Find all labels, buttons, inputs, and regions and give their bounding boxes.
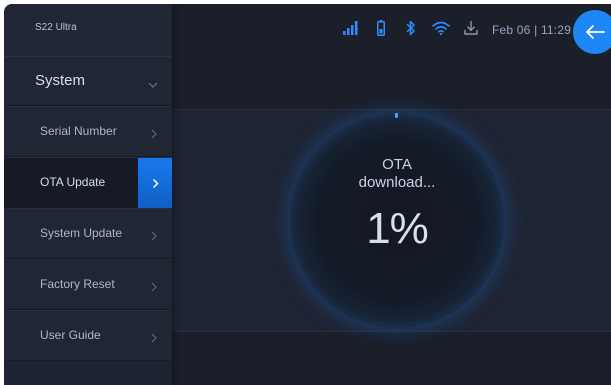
- status-icons: [342, 18, 492, 38]
- bluetooth-icon: [402, 18, 420, 38]
- ota-status-line-1: OTA: [382, 156, 412, 173]
- sidebar: S22 Ultra System Serial Number OTA Updat…: [4, 4, 172, 385]
- arrow-left-icon: [586, 25, 605, 39]
- chevron-down-icon: [148, 75, 158, 93]
- chevron-right-icon: [151, 330, 157, 348]
- sidebar-item-label: Factory Reset: [40, 277, 115, 291]
- chevron-right-icon: [152, 178, 159, 189]
- section-title: System: [35, 72, 86, 89]
- ota-progress-value: 1%: [366, 204, 429, 253]
- sidebar-item-user-guide[interactable]: User Guide: [4, 310, 172, 361]
- sidebar-item-ota-update[interactable]: OTA Update: [4, 157, 172, 209]
- sidebar-item-label: User Guide: [40, 328, 101, 342]
- ota-update-screen: Feb 06 | 11:29 OTA download... 1% S22 Ul…: [4, 4, 611, 385]
- section-system[interactable]: System: [4, 56, 172, 106]
- chevron-right-icon: [151, 126, 157, 144]
- back-button[interactable]: [573, 10, 611, 54]
- sidebar-item-label: OTA Update: [40, 175, 106, 189]
- status-bar: Feb 06 | 11:29: [172, 4, 611, 60]
- active-indicator: [138, 158, 172, 209]
- sidebar-item-label: System Update: [40, 226, 123, 240]
- sidebar-item-system-update[interactable]: System Update: [4, 208, 172, 259]
- battery-icon: [372, 18, 390, 38]
- signal-icon: [342, 18, 360, 38]
- ota-status-line-2: download...: [358, 174, 436, 191]
- sidebar-menu: Serial Number OTA Update System Update F…: [4, 106, 172, 361]
- ota-status-text: OTA download...: [290, 156, 504, 192]
- device-name: S22 Ultra: [35, 22, 77, 33]
- chevron-right-icon: [151, 228, 157, 246]
- download-icon: [462, 18, 480, 38]
- progress-indicator: [395, 113, 398, 118]
- sidebar-item-serial-number[interactable]: Serial Number: [4, 106, 172, 157]
- date-time: Feb 06 | 11:29: [492, 23, 572, 37]
- sidebar-item-factory-reset[interactable]: Factory Reset: [4, 259, 172, 310]
- sidebar-footer: [4, 361, 172, 385]
- chevron-right-icon: [151, 279, 157, 297]
- sidebar-item-label: Serial Number: [40, 124, 117, 138]
- wifi-icon: [432, 18, 450, 38]
